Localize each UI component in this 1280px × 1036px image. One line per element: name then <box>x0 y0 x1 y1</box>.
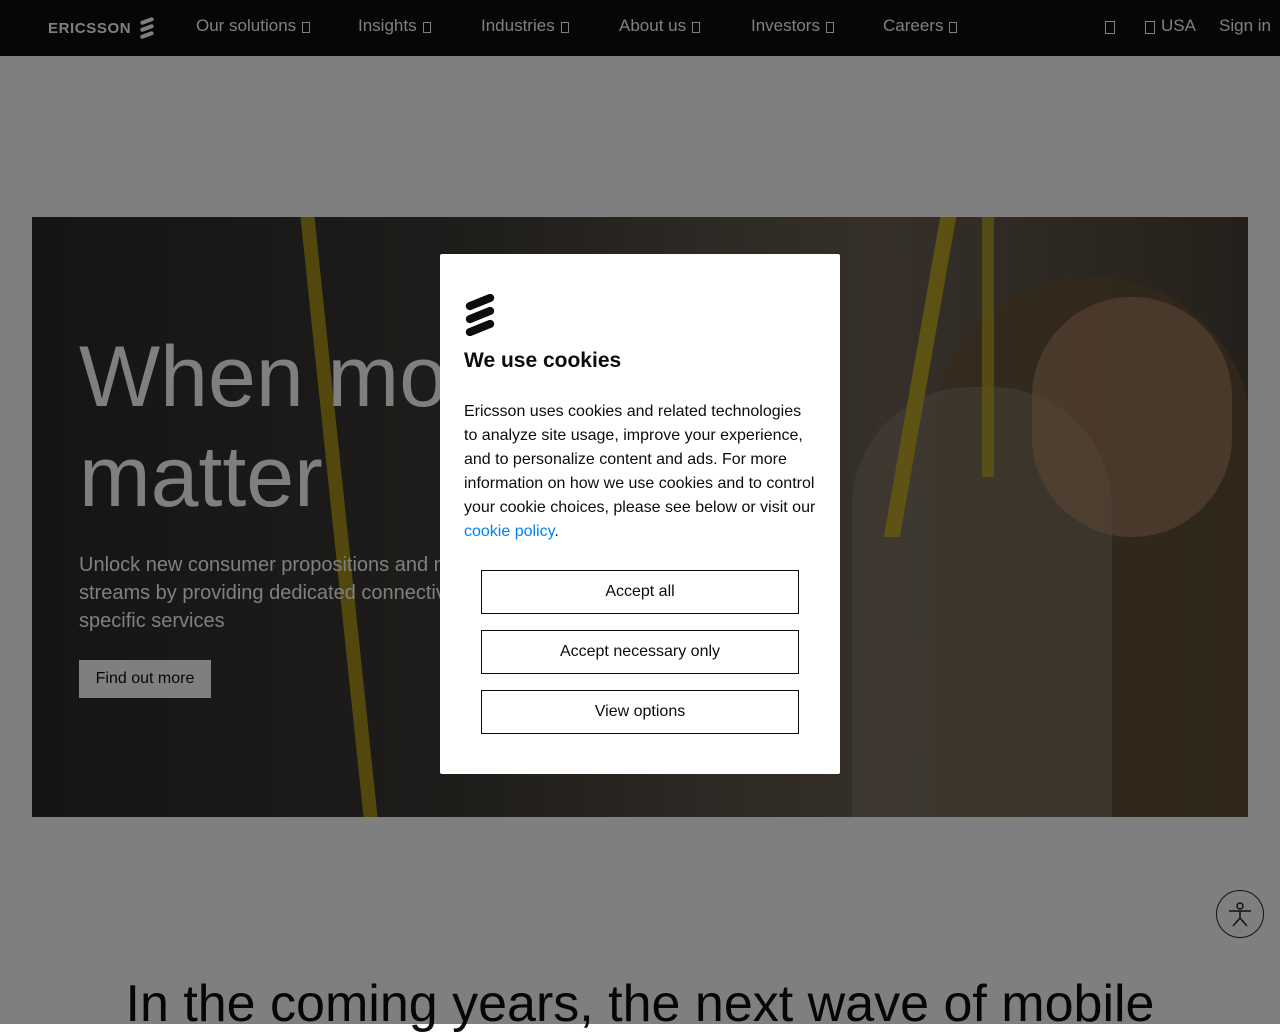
cookie-policy-link[interactable]: cookie policy <box>464 523 554 540</box>
cookie-dialog-text: Ericsson uses cookies and related techno… <box>464 400 816 544</box>
accept-necessary-button[interactable]: Accept necessary only <box>481 630 799 674</box>
view-options-button[interactable]: View options <box>481 690 799 734</box>
cookie-body-text: Ericsson uses cookies and related techno… <box>464 403 816 516</box>
accept-all-button[interactable]: Accept all <box>481 570 799 614</box>
ericsson-logo-icon <box>465 294 495 336</box>
cookie-dialog-title: We use cookies <box>464 349 622 372</box>
cookie-consent-dialog: We use cookies Ericsson uses cookies and… <box>440 254 840 774</box>
cookie-body-period: . <box>554 523 559 540</box>
